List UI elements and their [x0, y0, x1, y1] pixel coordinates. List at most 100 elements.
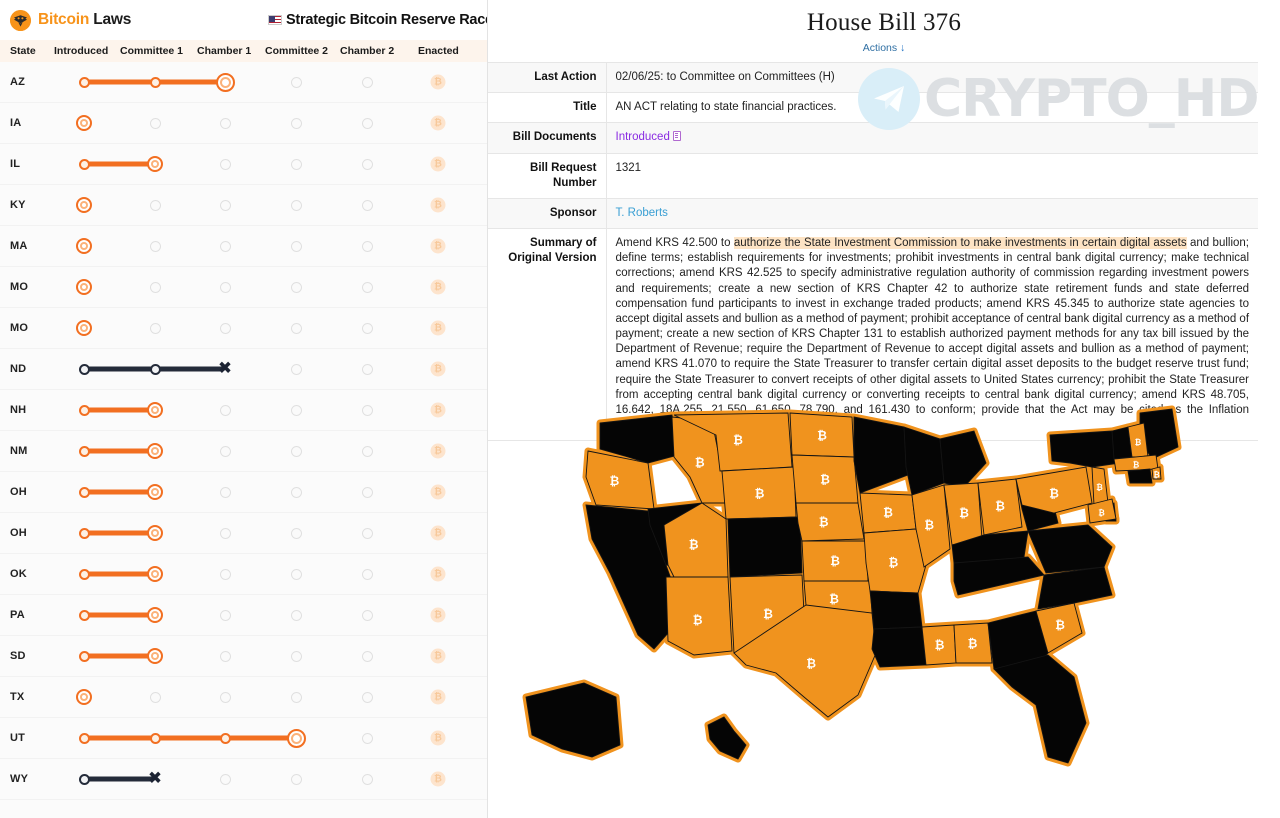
- actions-link[interactable]: Actions ↓: [488, 42, 1280, 54]
- stage-node-pending[interactable]: [290, 199, 302, 211]
- tracker-row[interactable]: AZ ₿: [0, 62, 487, 103]
- stage-node-pending[interactable]: [361, 650, 373, 662]
- stage-node-pending[interactable]: [361, 322, 373, 334]
- map-state-co[interactable]: [727, 516, 803, 578]
- column-header-chamber-2[interactable]: Chamber 2: [340, 45, 394, 57]
- stage-node-pending[interactable]: [219, 404, 231, 416]
- map-state-ak[interactable]: [525, 682, 621, 758]
- tracker-row[interactable]: ND ✖ ₿: [0, 349, 487, 390]
- stage-node-pending[interactable]: [361, 527, 373, 539]
- stage-node-complete[interactable]: [78, 732, 90, 744]
- stage-node-pending[interactable]: [290, 158, 302, 170]
- column-header-committee-1[interactable]: Committee 1: [120, 45, 183, 57]
- stage-node-pending[interactable]: [219, 691, 231, 703]
- map-state-la[interactable]: [871, 626, 927, 668]
- stage-node-current[interactable]: [147, 607, 163, 623]
- stage-node-pending[interactable]: [219, 773, 231, 785]
- column-header-chamber-1[interactable]: Chamber 1: [197, 45, 251, 57]
- stage-node-pending[interactable]: [361, 609, 373, 621]
- stage-node-pending[interactable]: [149, 281, 161, 293]
- stage-node-current[interactable]: [147, 443, 163, 459]
- stage-node-current[interactable]: [147, 402, 163, 418]
- stage-node-pending[interactable]: [361, 363, 373, 375]
- stage-node-complete[interactable]: [78, 650, 90, 662]
- map-state-ct[interactable]: [1127, 468, 1153, 484]
- stage-node-pending[interactable]: [361, 117, 373, 129]
- stage-node-pending[interactable]: [219, 117, 231, 129]
- column-header-enacted[interactable]: Enacted: [418, 45, 459, 57]
- stage-node-pending[interactable]: [290, 404, 302, 416]
- stage-node-current[interactable]: [147, 566, 163, 582]
- tracker-row[interactable]: OH ₿: [0, 513, 487, 554]
- stage-node-pending[interactable]: [290, 281, 302, 293]
- stage-node-pending[interactable]: [361, 199, 373, 211]
- stage-node-pending[interactable]: [361, 445, 373, 457]
- stage-node-pending[interactable]: [361, 158, 373, 170]
- stage-node-current[interactable]: [76, 320, 92, 336]
- stage-node-pending[interactable]: [149, 199, 161, 211]
- map-state-tn[interactable]: [953, 556, 1045, 596]
- stage-node-complete[interactable]: [149, 363, 161, 375]
- stage-node-complete[interactable]: [78, 568, 90, 580]
- tracker-row[interactable]: NM ₿: [0, 431, 487, 472]
- stage-node-current[interactable]: [286, 728, 306, 748]
- stage-node-pending[interactable]: [290, 363, 302, 375]
- stage-node-complete[interactable]: [78, 773, 90, 785]
- tracker-row[interactable]: MO ₿: [0, 308, 487, 349]
- stage-node-current[interactable]: [76, 115, 92, 131]
- stage-node-complete[interactable]: [78, 609, 90, 621]
- stage-node-complete[interactable]: [78, 486, 90, 498]
- stage-node-pending[interactable]: [149, 691, 161, 703]
- stage-node-pending[interactable]: [361, 568, 373, 580]
- map-state-ny[interactable]: [1049, 430, 1121, 468]
- tracker-row[interactable]: OH ₿: [0, 472, 487, 513]
- map-state-ne[interactable]: [795, 502, 865, 542]
- stage-node-pending[interactable]: [219, 240, 231, 252]
- stage-node-current[interactable]: [147, 484, 163, 500]
- stage-node-pending[interactable]: [361, 404, 373, 416]
- stage-node-pending[interactable]: [149, 322, 161, 334]
- tracker-row[interactable]: KY ₿: [0, 185, 487, 226]
- stage-node-pending[interactable]: [219, 609, 231, 621]
- brand-name[interactable]: Bitcoin Laws: [38, 11, 131, 29]
- tracker-row[interactable]: OK ₿: [0, 554, 487, 595]
- stage-node-complete[interactable]: [149, 76, 161, 88]
- column-header-introduced[interactable]: Introduced: [54, 45, 108, 57]
- stage-node-pending[interactable]: [361, 691, 373, 703]
- tracker-row[interactable]: MA ₿: [0, 226, 487, 267]
- stage-node-pending[interactable]: [361, 76, 373, 88]
- stage-node-pending[interactable]: [290, 117, 302, 129]
- stage-node-pending[interactable]: [361, 732, 373, 744]
- stage-node-complete[interactable]: [78, 445, 90, 457]
- stage-node-pending[interactable]: [219, 527, 231, 539]
- stage-node-pending[interactable]: [361, 486, 373, 498]
- stage-node-current[interactable]: [147, 648, 163, 664]
- stage-node-complete[interactable]: [78, 527, 90, 539]
- stage-node-current[interactable]: [76, 689, 92, 705]
- stage-node-pending[interactable]: [290, 773, 302, 785]
- stage-node-current[interactable]: [76, 238, 92, 254]
- map-state-ar[interactable]: [869, 590, 923, 630]
- link-text[interactable]: Introduced: [616, 131, 670, 143]
- stage-node-pending[interactable]: [219, 281, 231, 293]
- stage-node-pending[interactable]: [219, 158, 231, 170]
- stage-node-pending[interactable]: [219, 445, 231, 457]
- stage-node-pending[interactable]: [149, 240, 161, 252]
- tracker-row[interactable]: MO ₿: [0, 267, 487, 308]
- stage-node-pending[interactable]: [290, 527, 302, 539]
- stage-node-pending[interactable]: [149, 117, 161, 129]
- stage-node-pending[interactable]: [219, 486, 231, 498]
- stage-node-pending[interactable]: [290, 650, 302, 662]
- column-header-state[interactable]: State: [10, 45, 36, 57]
- map-state-hi[interactable]: [707, 716, 747, 760]
- stage-node-pending[interactable]: [290, 568, 302, 580]
- stage-node-complete[interactable]: [219, 732, 231, 744]
- stage-node-current[interactable]: [147, 156, 163, 172]
- stage-node-complete[interactable]: [78, 404, 90, 416]
- stage-node-pending[interactable]: [219, 568, 231, 580]
- stage-node-pending[interactable]: [219, 199, 231, 211]
- stage-node-complete[interactable]: [78, 76, 90, 88]
- bill-document-link[interactable]: Introduced: [606, 122, 1258, 154]
- tracker-row[interactable]: SD ₿: [0, 636, 487, 677]
- stage-node-pending[interactable]: [361, 240, 373, 252]
